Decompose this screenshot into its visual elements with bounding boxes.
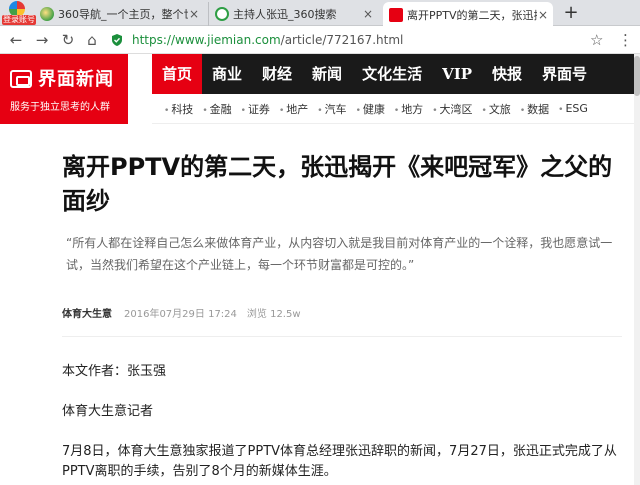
- back-arrow-icon[interactable]: ←: [6, 30, 26, 50]
- url-protocol: https://: [132, 33, 176, 47]
- tab-title: 主持人张迅_360搜索: [233, 8, 337, 21]
- subnav-item-local[interactable]: 地方: [394, 101, 423, 117]
- article-views: 浏览 12.5w: [246, 309, 301, 320]
- nav-item-culture[interactable]: 文化生活: [352, 54, 432, 94]
- address-bar: ← → ↻ ⌂ https:// www.jiemian.com /articl…: [0, 26, 640, 54]
- tab-title: 360导航_一个主页，整个世界: [58, 8, 188, 21]
- subnav-item-esg[interactable]: ESG: [558, 102, 587, 115]
- account-avatar[interactable]: 登录账号: [2, 1, 36, 25]
- subnav-item-travel[interactable]: 文旅: [482, 101, 511, 117]
- logo-text: 界面新闻: [38, 69, 114, 90]
- url-host: www.jiemian.com: [175, 33, 281, 47]
- tab-jiemian-article[interactable]: 离开PPTV的第二天，张迅揭开 ×: [383, 2, 553, 27]
- subnav-item-banking[interactable]: 金融: [202, 101, 232, 117]
- forward-arrow-icon[interactable]: →: [32, 30, 52, 50]
- divider: [62, 336, 622, 337]
- subnav-item-securities[interactable]: 证券: [241, 101, 270, 117]
- new-tab-button[interactable]: +: [560, 2, 582, 24]
- close-icon[interactable]: ×: [362, 7, 374, 21]
- jiemian-icon: [389, 7, 403, 22]
- nav-item-business[interactable]: 商业: [202, 54, 252, 94]
- login-label[interactable]: 登录账号: [2, 15, 36, 25]
- article-summary: “所有人都在诠释自己怎么来做体育产业，从内容切入就是我目前对体育产业的一个诠释，…: [66, 236, 613, 272]
- subnav-item-data[interactable]: 数据: [520, 101, 549, 117]
- scrollbar-thumb[interactable]: [634, 56, 640, 96]
- close-icon[interactable]: ×: [188, 7, 200, 21]
- site-header: 界面新闻 服务于独立思考的人群 首页 商业 财经 新闻 文化生活 VIP 快报 …: [0, 54, 640, 124]
- subnav-item-greater-bay[interactable]: 大湾区: [432, 101, 473, 117]
- article-title: 离开PPTV的第二天，张迅揭开《来吧冠军》之父的面纱: [62, 153, 613, 215]
- url-path: /article/772167.html: [280, 33, 404, 47]
- article-source[interactable]: 体育大生意: [62, 305, 112, 320]
- bookmark-star-icon[interactable]: ☆: [590, 30, 608, 50]
- article-paragraph: 本文作者：张玉强: [62, 364, 167, 379]
- site-logo[interactable]: 界面新闻 服务于独立思考的人群: [0, 54, 128, 124]
- article: 离开PPTV的第二天，张迅揭开《来吧冠军》之父的面纱 “所有人都在诠释自己怎么来…: [62, 150, 622, 479]
- url-field[interactable]: https:// www.jiemian.com /article/772167…: [110, 29, 610, 51]
- article-date: 2016年07月29日 17:24: [124, 309, 237, 320]
- jiemian-logo-icon: [10, 70, 32, 88]
- tab-bar: 登录账号 360导航_一个主页，整个世界 × 主持人张迅_360搜索 × 离开P…: [0, 0, 640, 27]
- tab-360-nav[interactable]: 360导航_一个主页，整个世界 ×: [34, 2, 204, 26]
- refresh-icon[interactable]: ↻: [58, 30, 78, 50]
- browser-window: 登录账号 360导航_一个主页，整个世界 × 主持人张迅_360搜索 × 离开P…: [0, 0, 640, 485]
- article-meta: 体育大生意 2016年07月29日 17:24 浏览 12.5w: [62, 305, 301, 320]
- article-paragraph: 7月8日，体育大生意独家报道了PPTV体育总经理张迅辞职的新闻，7月27日，张迅…: [62, 444, 617, 479]
- nav-item-news[interactable]: 新闻: [302, 54, 352, 94]
- home-icon[interactable]: ⌂: [82, 30, 102, 50]
- subnav-item-tech[interactable]: 科技: [164, 101, 193, 117]
- 360-search-icon: [215, 7, 229, 21]
- close-icon[interactable]: ×: [537, 8, 549, 22]
- subnav-item-realestate[interactable]: 地产: [279, 101, 308, 117]
- nav-item-finance[interactable]: 财经: [252, 54, 302, 94]
- secure-shield-icon: [112, 34, 122, 46]
- subnav-item-health[interactable]: 健康: [356, 101, 385, 117]
- menu-icon[interactable]: ⋮: [618, 30, 633, 50]
- nav-item-flash[interactable]: 快报: [482, 54, 532, 94]
- sub-nav: 科技 金融 证券 地产 汽车 健康 地方 大湾区 文旅 数据 ESG: [152, 94, 640, 124]
- nav-item-jiemian-hao[interactable]: 界面号: [532, 54, 597, 94]
- nav-item-vip[interactable]: VIP: [432, 54, 482, 94]
- 360-nav-icon: [40, 7, 54, 21]
- page-scrollbar[interactable]: [634, 54, 640, 485]
- main-nav: 首页 商业 财经 新闻 文化生活 VIP 快报 界面号: [152, 54, 640, 94]
- subnav-item-auto[interactable]: 汽车: [317, 101, 347, 117]
- nav-item-home[interactable]: 首页: [152, 54, 203, 94]
- article-body: 本文作者：张玉强 体育大生意记者 7月8日，体育大生意独家报道了PPTV体育总经…: [62, 362, 627, 485]
- site-slogan: 服务于独立思考的人群: [10, 102, 110, 113]
- tab-title: 离开PPTV的第二天，张迅揭开: [407, 8, 537, 22]
- tab-360-search[interactable]: 主持人张迅_360搜索 ×: [208, 2, 378, 26]
- article-paragraph: 体育大生意记者: [62, 404, 154, 419]
